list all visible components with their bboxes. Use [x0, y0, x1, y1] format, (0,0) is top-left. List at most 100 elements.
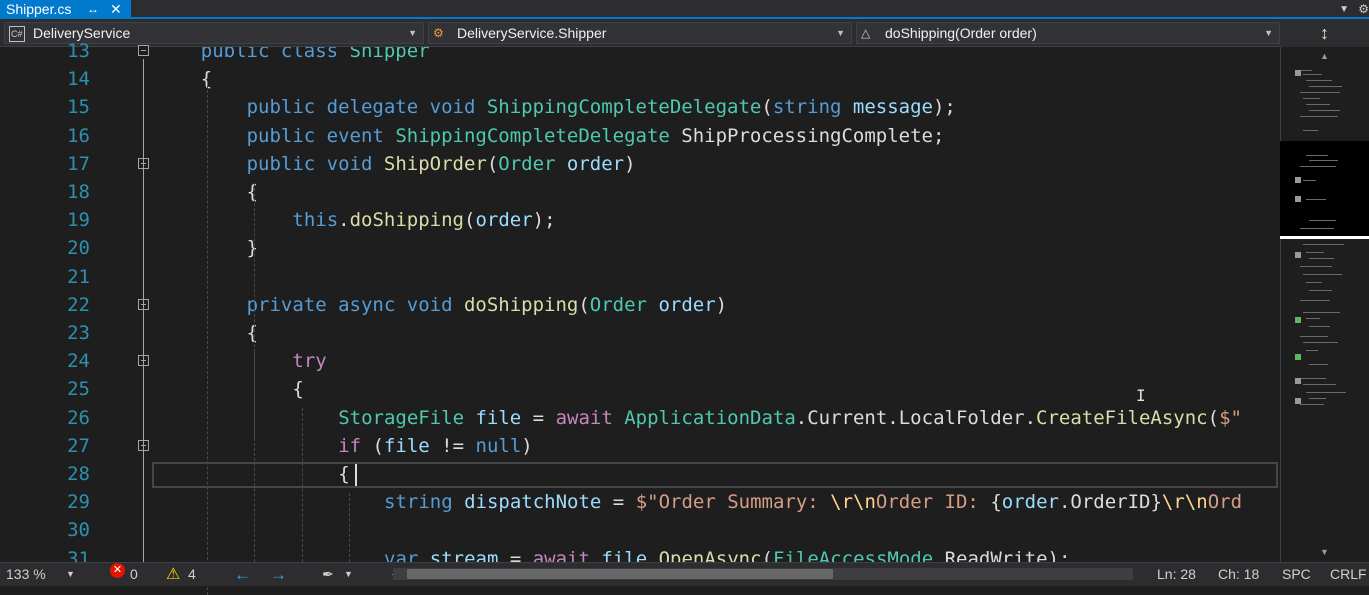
- column-indicator: Ch: 18: [1218, 566, 1260, 582]
- scrollbar-map-line: [1306, 104, 1330, 105]
- scrollbar-map-line: [1309, 258, 1334, 259]
- chevron-down-icon: ▼: [836, 28, 845, 38]
- zoom-level[interactable]: 133 %: [6, 563, 46, 586]
- line-number-gutter: 13 14 15 16 17 18 19 20 21 22 23 24 25 26 27 28 29 30 31: [0, 40, 150, 570]
- code-line[interactable]: public event ShippingCompleteDelegate Sh…: [247, 122, 1280, 150]
- code-editor[interactable]: public class Shipper{public delegate voi…: [150, 47, 1280, 562]
- scrollbar-map-line: [1306, 155, 1328, 156]
- code-line[interactable]: {: [338, 460, 1280, 488]
- code-line[interactable]: [155, 263, 1280, 291]
- scrollbar-map-marker: [1295, 70, 1301, 76]
- member-dropdown[interactable]: △ doShipping(Order order) ▼: [856, 22, 1280, 44]
- code-line[interactable]: {: [292, 375, 1280, 403]
- code-line[interactable]: {: [247, 178, 1280, 206]
- tab-shipper-cs[interactable]: Shipper.cs ↔ ✕: [0, 0, 131, 19]
- line-number: 15: [67, 96, 90, 119]
- split-window-icon[interactable]: ↕: [1280, 19, 1369, 47]
- scrollbar-map[interactable]: [1280, 47, 1369, 562]
- scrollbar-map-line: [1306, 199, 1326, 200]
- type-label: DeliveryService.Shipper: [457, 25, 607, 41]
- scrollbar-map-line: [1306, 282, 1322, 283]
- scrollbar-map-line: [1300, 336, 1328, 337]
- line-number: 21: [67, 265, 90, 288]
- type-dropdown[interactable]: ⚙ DeliveryService.Shipper ▼: [428, 22, 852, 44]
- code-cleanup-dropdown-icon[interactable]: ▼: [344, 563, 353, 586]
- scrollbar-map-line: [1300, 266, 1332, 267]
- scroll-up-icon[interactable]: ▲: [1320, 51, 1329, 61]
- tab-list-dropdown-icon[interactable]: ▼: [1339, 0, 1349, 19]
- code-line[interactable]: if (file != null): [338, 432, 1280, 460]
- scrollbar-map-line: [1306, 318, 1320, 319]
- navigation-bar: C# DeliveryService ▼ ⚙ DeliveryService.S…: [0, 19, 1369, 47]
- line-number: 24: [67, 350, 90, 373]
- scrollbar-map-line: [1300, 228, 1334, 229]
- tab-title: Shipper.cs: [6, 1, 72, 17]
- pin-icon[interactable]: ↔: [87, 0, 99, 19]
- line-number: 14: [67, 68, 90, 91]
- scrollbar-map-line: [1303, 130, 1318, 131]
- scrollbar-map-marker: [1295, 196, 1301, 202]
- code-line[interactable]: try: [292, 347, 1280, 375]
- code-line[interactable]: private async void doShipping(Order orde…: [247, 291, 1280, 319]
- warning-count[interactable]: 4: [188, 563, 196, 586]
- code-line[interactable]: public class Shipper: [201, 47, 1280, 65]
- spacing-indicator[interactable]: SPC: [1282, 563, 1311, 586]
- line-ending-indicator[interactable]: CRLF: [1330, 563, 1367, 586]
- error-count[interactable]: 0: [130, 563, 138, 586]
- scrollbar-map-line: [1303, 384, 1336, 385]
- code-line[interactable]: {: [247, 319, 1280, 347]
- scrollbar-map-line: [1300, 70, 1312, 71]
- indent-guide: [302, 408, 303, 562]
- scrollbar-map-line: [1300, 166, 1336, 167]
- scrollbar-map-line: [1309, 86, 1342, 87]
- collapse-region-icon[interactable]: [138, 45, 149, 56]
- scrollbar-map-marker: [1295, 354, 1301, 360]
- scrollbar-map-line: [1306, 80, 1332, 81]
- scrollbar-map-line: [1309, 364, 1328, 365]
- line-number: 29: [67, 491, 90, 514]
- text-caret: [355, 464, 357, 486]
- horizontal-scrollbar-thumb[interactable]: [407, 569, 833, 579]
- line-number: 20: [67, 237, 90, 260]
- code-line[interactable]: public delegate void ShippingCompleteDel…: [247, 93, 1280, 121]
- line-number: 22: [67, 293, 90, 316]
- scrollbar-map-line: [1306, 392, 1346, 393]
- line-number: 27: [67, 434, 90, 457]
- scrollbar-map-line: [1303, 74, 1322, 75]
- warning-icon[interactable]: ⚠: [166, 563, 180, 586]
- scrollbar-map-line: [1300, 92, 1340, 93]
- scrollbar-map-caret-line: [1280, 236, 1369, 239]
- scroll-down-icon[interactable]: ▼: [1320, 547, 1329, 557]
- scrollbar-map-line: [1303, 98, 1320, 99]
- code-line[interactable]: string dispatchNote = $"Order Summary: \…: [384, 488, 1280, 516]
- scrollbar-map-line: [1303, 244, 1344, 245]
- code-line[interactable]: StorageFile file = await ApplicationData…: [338, 404, 1280, 432]
- code-line[interactable]: [155, 516, 1280, 544]
- line-number: 17: [67, 152, 90, 175]
- scrollbar-map-marker: [1295, 252, 1301, 258]
- scrollbar-map-line: [1300, 404, 1324, 405]
- code-line[interactable]: public void ShipOrder(Order order): [247, 150, 1280, 178]
- close-icon[interactable]: ✕: [110, 0, 122, 19]
- scrollbar-map-line: [1303, 342, 1338, 343]
- chevron-down-icon: ▼: [408, 28, 417, 38]
- indent-guide: [207, 85, 208, 595]
- navigate-forward-icon[interactable]: →: [270, 563, 287, 586]
- indent-guide: [254, 352, 255, 562]
- code-line[interactable]: }: [247, 234, 1280, 262]
- scrollbar-map-line: [1309, 110, 1340, 111]
- navigate-back-icon[interactable]: ←: [234, 563, 251, 586]
- line-number: 16: [67, 124, 90, 147]
- scrollbar-map-line: [1303, 274, 1342, 275]
- code-line[interactable]: this.doShipping(order);: [292, 206, 1280, 234]
- zoom-dropdown-icon[interactable]: ▼: [66, 563, 75, 586]
- error-icon[interactable]: ✕: [110, 563, 125, 578]
- line-number: 13: [67, 40, 90, 62]
- private-method-icon: △: [861, 26, 871, 40]
- scrollbar-map-line: [1309, 290, 1332, 291]
- code-line[interactable]: var stream = await file.OpenAsync(FileAc…: [384, 545, 1280, 562]
- scrollbar-map-marker: [1295, 398, 1301, 404]
- code-cleanup-icon[interactable]: ✒: [322, 563, 334, 586]
- gear-icon[interactable]: ⚙: [1358, 0, 1369, 19]
- code-line[interactable]: {: [201, 65, 1280, 93]
